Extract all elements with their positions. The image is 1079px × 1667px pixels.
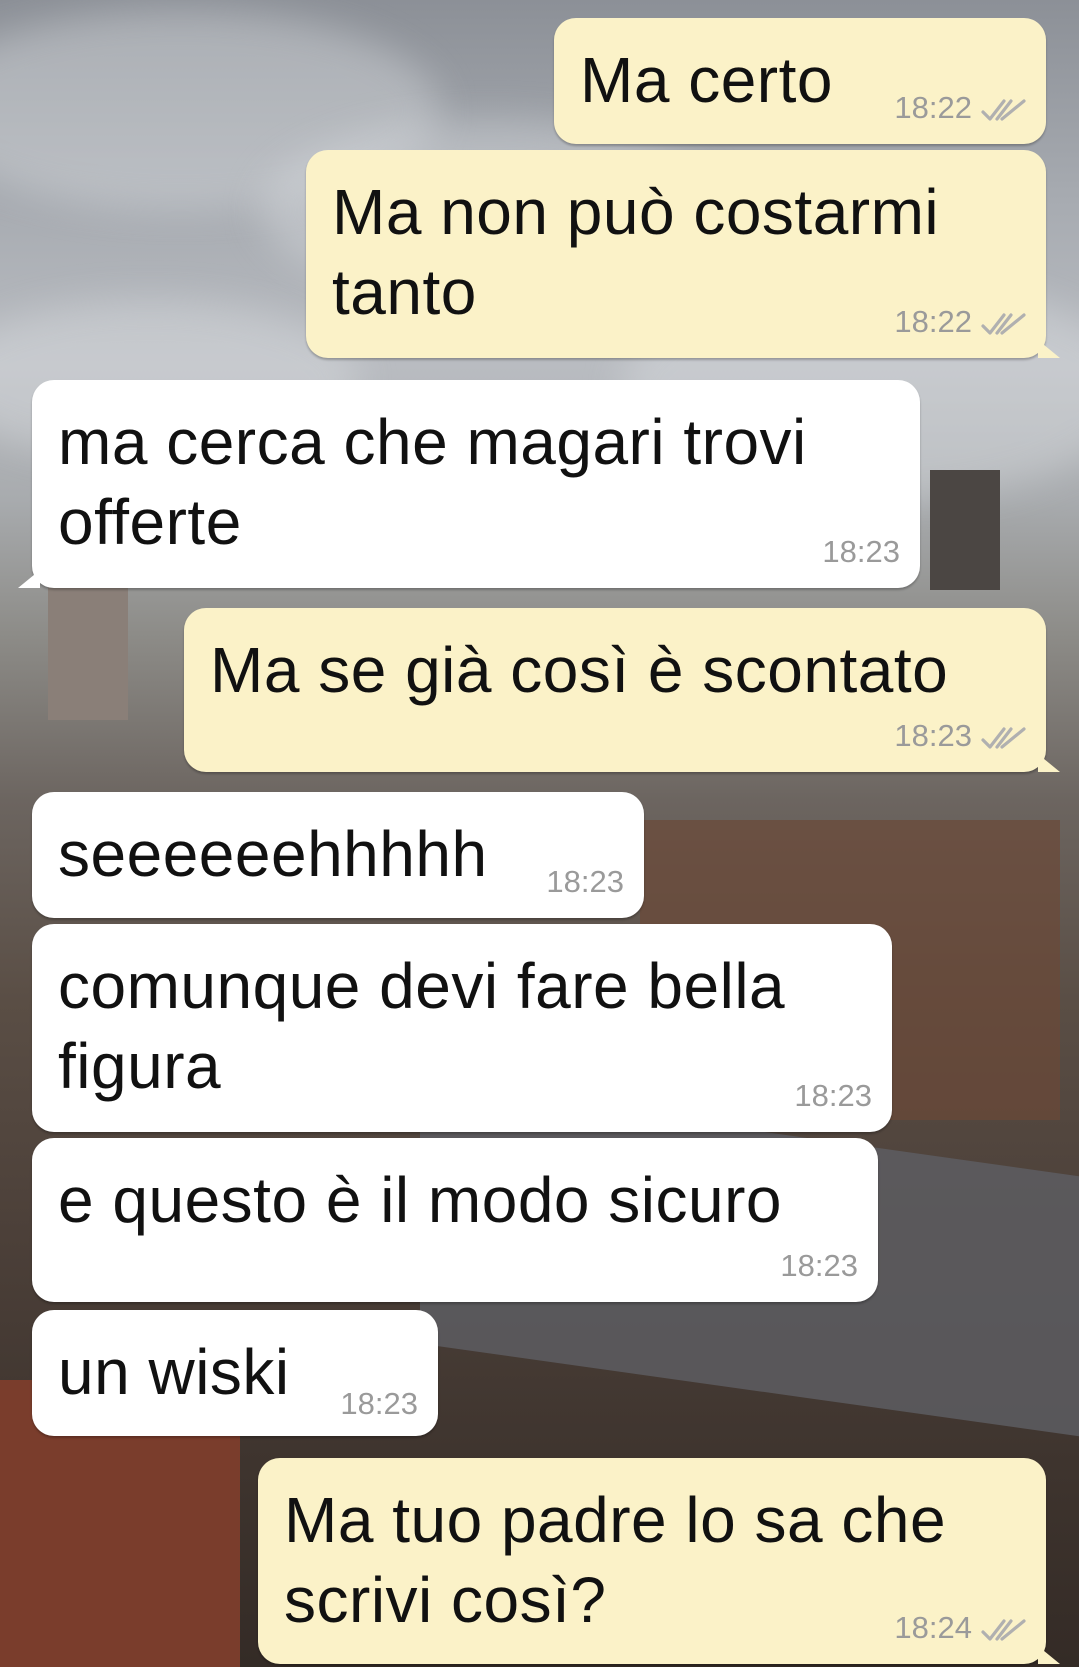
message-meta: 18:22 [894, 304, 1026, 340]
message-text: un wiski [58, 1332, 290, 1412]
message-text-line: scrivi così? [284, 1564, 607, 1636]
bubble-tail [1038, 754, 1060, 772]
message-text-line: tanto [332, 256, 477, 328]
message-text: e questo è il modo sicuro [58, 1160, 782, 1240]
message-text-line: e questo è il modo sicuro [58, 1164, 782, 1236]
message-text-line: Ma certo [580, 44, 833, 116]
message-text-line: Ma tuo padre lo sa che [284, 1484, 947, 1556]
message-timestamp: 18:22 [894, 304, 972, 339]
double-check-icon [980, 723, 1026, 749]
message-text-line: Ma se già così è scontato [210, 634, 949, 706]
message-timestamp: 18:23 [822, 534, 900, 569]
message-meta: 18:23 [894, 718, 1026, 754]
message-text-line: comunque devi fare bella [58, 950, 786, 1022]
message-text-line: offerte [58, 486, 242, 558]
outgoing-message-bubble[interactable]: Ma se già così è scontato 18:23 [184, 608, 1060, 772]
message-timestamp: 18:24 [894, 1610, 972, 1645]
message-meta: 18:24 [894, 1610, 1026, 1646]
incoming-message-bubble[interactable]: e questo è il modo sicuro 18:23 [32, 1138, 878, 1302]
message-text: Ma se già così è scontato [210, 630, 948, 710]
message-text: seeeeeehhhhh [58, 814, 488, 894]
bubble-tail [18, 570, 40, 588]
outgoing-message-bubble[interactable]: Ma tuo padre lo sa che scrivi così? 18:24 [258, 1458, 1060, 1664]
message-timestamp: 18:23 [340, 1386, 418, 1421]
incoming-message-bubble[interactable]: seeeeeehhhhh 18:23 [32, 792, 644, 918]
message-timestamp: 18:23 [794, 1078, 872, 1113]
message-meta: 18:23 [546, 864, 624, 900]
message-text: Ma non può costarmi tanto [332, 172, 939, 332]
message-meta: 18:23 [340, 1386, 418, 1422]
message-text-line: figura [58, 1030, 222, 1102]
double-check-icon [980, 309, 1026, 335]
incoming-message-bubble[interactable]: comunque devi fare bella figura 18:23 [32, 924, 892, 1132]
bubble-tail [1038, 1646, 1060, 1664]
message-timestamp: 18:23 [894, 718, 972, 753]
message-meta: 18:23 [780, 1248, 858, 1284]
double-check-icon [980, 95, 1026, 121]
message-text-line: Ma non può costarmi [332, 176, 940, 248]
message-text: Ma tuo padre lo sa che scrivi così? [284, 1480, 946, 1640]
message-text: ma cerca che magari trovi offerte [58, 402, 807, 562]
wallpaper-church [930, 470, 1000, 590]
message-text-line: un wiski [58, 1336, 290, 1408]
message-text-line: ma cerca che magari trovi [58, 406, 807, 478]
outgoing-message-bubble[interactable]: Ma certo 18:22 [554, 18, 1046, 144]
message-timestamp: 18:22 [894, 90, 972, 125]
incoming-message-bubble[interactable]: un wiski 18:23 [32, 1310, 438, 1436]
message-timestamp: 18:23 [546, 864, 624, 899]
message-meta: 18:23 [822, 534, 900, 570]
message-text: Ma certo [580, 40, 833, 120]
message-timestamp: 18:23 [780, 1248, 858, 1283]
outgoing-message-bubble[interactable]: Ma non può costarmi tanto 18:22 [306, 150, 1060, 358]
message-meta: 18:23 [794, 1078, 872, 1114]
message-text: comunque devi fare bella figura [58, 946, 785, 1106]
incoming-message-bubble[interactable]: ma cerca che magari trovi offerte 18:23 [18, 380, 920, 588]
message-meta: 18:22 [894, 90, 1026, 126]
bubble-tail [1038, 340, 1060, 358]
message-text-line: seeeeeehhhhh [58, 818, 488, 890]
double-check-icon [980, 1615, 1026, 1641]
